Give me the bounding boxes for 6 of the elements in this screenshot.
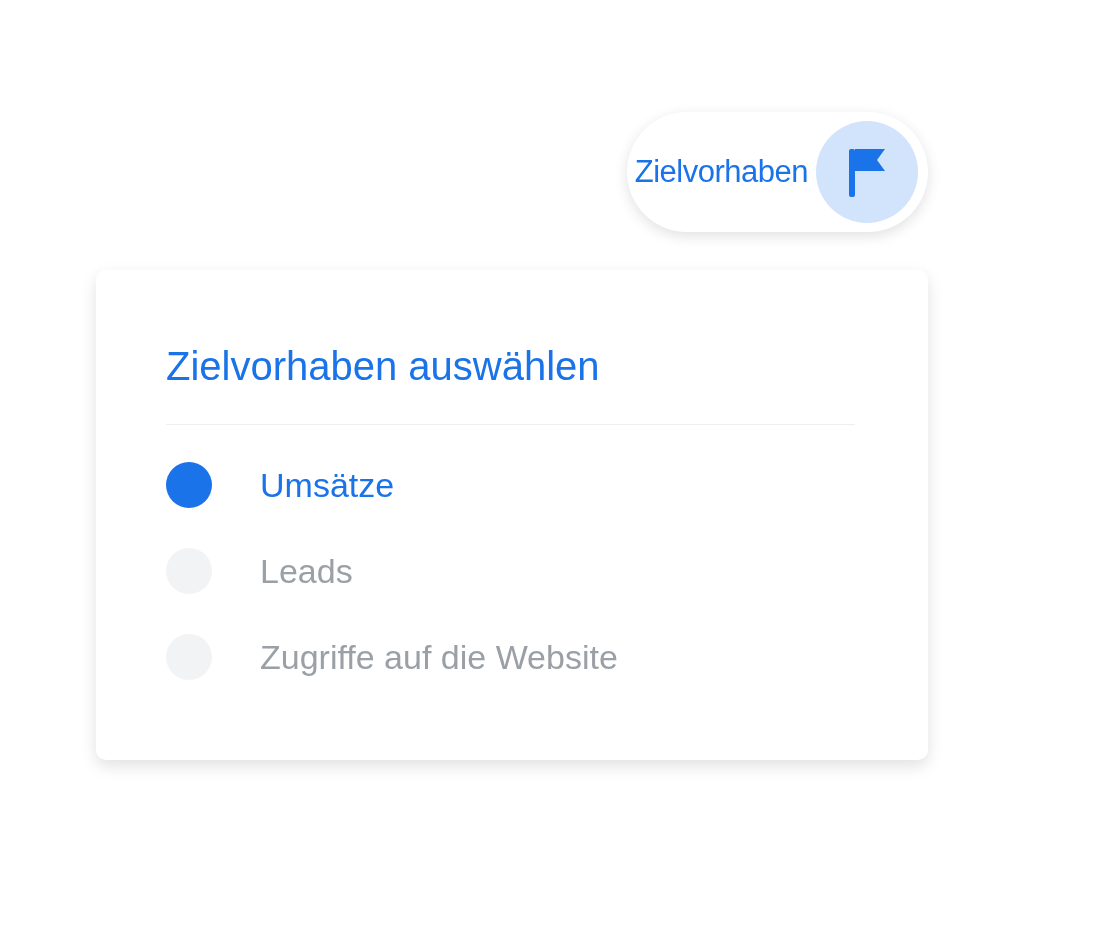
goal-chip[interactable]: Zielvorhaben: [626, 112, 928, 232]
goal-option[interactable]: Zugriffe auf die Website: [166, 633, 858, 681]
card-title: Zielvorhaben auswählen: [166, 343, 601, 390]
goal-chip-label: Zielvorhaben: [634, 152, 808, 191]
goal-option[interactable]: Leads: [166, 547, 858, 595]
goal-option[interactable]: Umsätze: [166, 461, 858, 509]
